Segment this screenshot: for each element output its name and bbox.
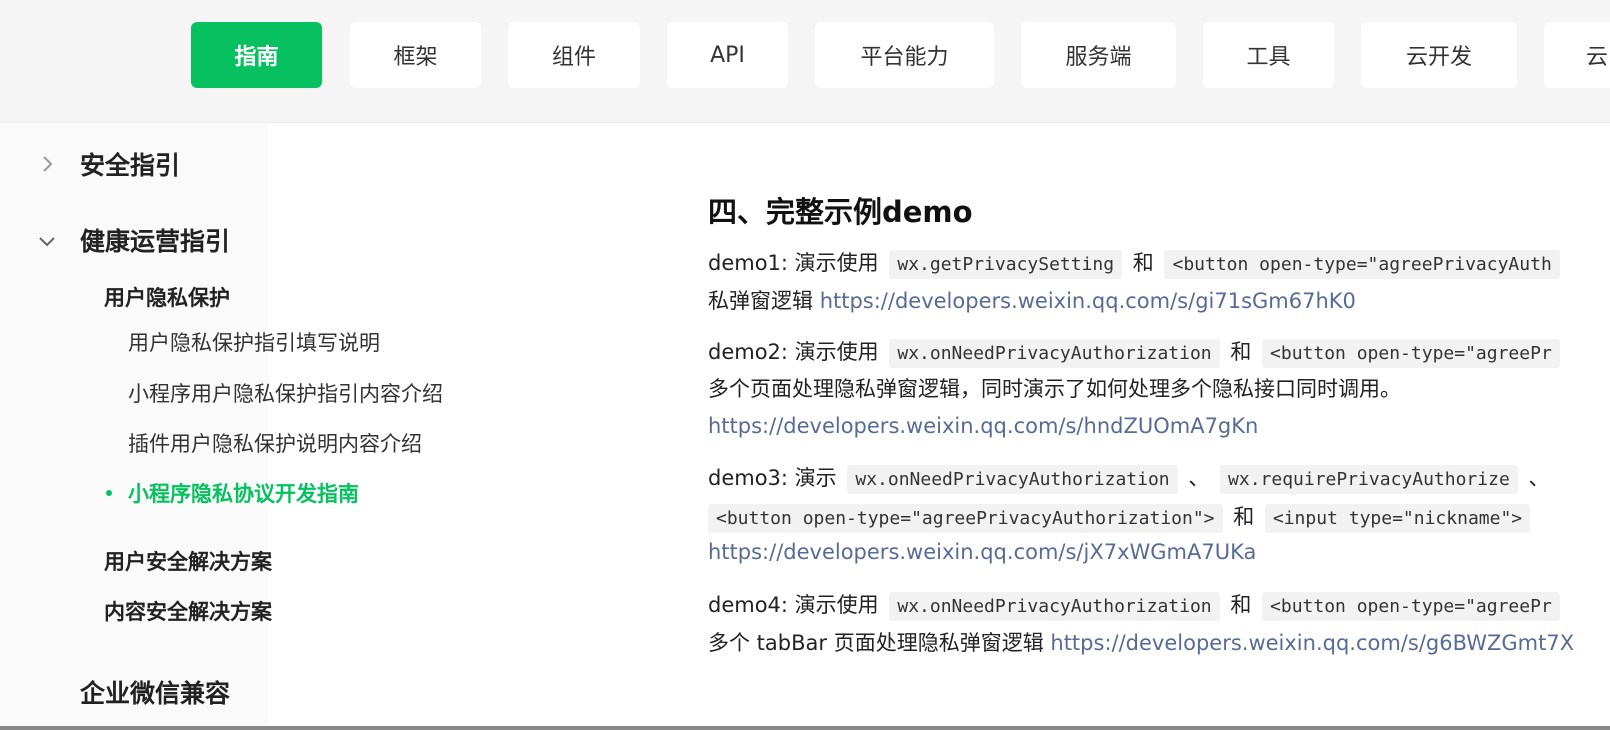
demo1-desc: 私弹窗逻辑	[708, 289, 813, 313]
sidebar-sub-content-security[interactable]: 内容安全解决方案	[104, 596, 272, 626]
chevron-down-icon[interactable]	[36, 230, 58, 252]
demo3-line2: <button open-type="agreePrivacyAuthoriza…	[708, 502, 1534, 534]
nav-tab-api[interactable]: API	[667, 22, 788, 88]
nav-tab-server[interactable]: 服务端	[1021, 22, 1176, 88]
demo1-line1: demo1: 演示使用 wx.getPrivacySetting 和 <butt…	[708, 248, 1564, 280]
demo1-code-getprivacysetting: wx.getPrivacySetting	[889, 250, 1123, 279]
bottom-divider	[0, 726, 1610, 730]
sidebar-item-privacy-fill-guide[interactable]: 用户隐私保护指引填写说明	[128, 327, 380, 357]
demo2-line1: demo2: 演示使用 wx.onNeedPrivacyAuthorizatio…	[708, 337, 1564, 369]
nav-tab-cloud-cut[interactable]: 云	[1544, 22, 1610, 88]
demo1-link[interactable]: https://developers.weixin.qq.com/s/gi71s…	[820, 289, 1356, 313]
sidebar-sub-privacy[interactable]: 用户隐私保护	[104, 282, 230, 312]
demo2-and: 和	[1230, 340, 1252, 364]
nav-tab-platform[interactable]: 平台能力	[815, 22, 994, 88]
nav-tab-cloud-dev[interactable]: 云开发	[1361, 22, 1517, 88]
demo1-prefix: demo1: 演示使用	[708, 251, 879, 275]
chevron-right-icon[interactable]	[36, 153, 58, 175]
demo3-code-onneedprivacy: wx.onNeedPrivacyAuthorization	[847, 465, 1178, 494]
demo3-line1: demo3: 演示 wx.onNeedPrivacyAuthorization …	[708, 463, 1549, 495]
demo4-prefix: demo4: 演示使用	[708, 593, 879, 617]
demo2-line3: https://developers.weixin.qq.com/s/hndZU…	[708, 411, 1258, 441]
demo1-line2: 私弹窗逻辑 https://developers.weixin.qq.com/s…	[708, 286, 1356, 316]
sidebar-item-mini-privacy-intro[interactable]: 小程序用户隐私保护指引内容介绍	[128, 378, 443, 408]
demo4-line1: demo4: 演示使用 wx.onNeedPrivacyAuthorizatio…	[708, 590, 1564, 622]
demo3-code-requireprivacy: wx.requirePrivacyAuthorize	[1220, 465, 1518, 494]
demo2-line2: 多个页面处理隐私弹窗逻辑，同时演示了如何处理多个隐私接口同时调用。	[708, 374, 1401, 404]
nav-tab-components[interactable]: 组件	[508, 22, 640, 88]
demo3-sep1: 、	[1188, 466, 1210, 490]
demo4-line2: 多个 tabBar 页面处理隐私弹窗逻辑 https://developers.…	[708, 628, 1574, 658]
active-bullet-icon	[106, 490, 112, 496]
sidebar-group-health[interactable]: 健康运营指引	[80, 222, 230, 258]
demo3-sep2: 、	[1528, 466, 1550, 490]
demo2-code-onneedprivacy: wx.onNeedPrivacyAuthorization	[889, 339, 1220, 368]
nav-tab-framework[interactable]: 框架	[350, 22, 481, 88]
sidebar-item-plugin-privacy-intro[interactable]: 插件用户隐私保护说明内容介绍	[128, 428, 422, 458]
demo4-link[interactable]: https://developers.weixin.qq.com/s/g6BWZ…	[1050, 631, 1574, 655]
demo3-prefix: demo3: 演示	[708, 466, 837, 490]
demo4-code-onneedprivacy: wx.onNeedPrivacyAuthorization	[889, 592, 1220, 621]
demo4-desc: 多个 tabBar 页面处理隐私弹窗逻辑	[708, 631, 1044, 655]
sidebar-item-privacy-dev-guide[interactable]: 小程序隐私协议开发指南	[128, 478, 359, 508]
demo4-code-button: <button open-type="agreePr	[1262, 592, 1560, 621]
demo2-link[interactable]: https://developers.weixin.qq.com/s/hndZU…	[708, 414, 1258, 438]
demo1-code-button: <button open-type="agreePrivacyAuth	[1164, 250, 1560, 279]
nav-tab-tools[interactable]: 工具	[1203, 22, 1334, 88]
demo4-and: 和	[1230, 593, 1252, 617]
demo2-code-button: <button open-type="agreePr	[1262, 339, 1560, 368]
sidebar-group-wecom[interactable]: 企业微信兼容	[80, 674, 230, 710]
nav-tab-guide[interactable]: 指南	[191, 22, 322, 88]
sidebar-group-security[interactable]: 安全指引	[80, 146, 180, 182]
demo3-link[interactable]: https://developers.weixin.qq.com/s/jX7xW…	[708, 540, 1256, 564]
demo3-line3: https://developers.weixin.qq.com/s/jX7xW…	[708, 537, 1256, 567]
demo1-and: 和	[1132, 251, 1154, 275]
demo2-desc: 多个页面处理隐私弹窗逻辑，同时演示了如何处理多个隐私接口同时调用。	[708, 377, 1401, 401]
sidebar-sub-user-security[interactable]: 用户安全解决方案	[104, 546, 272, 576]
demo3-and: 和	[1233, 505, 1255, 529]
demo3-code-button: <button open-type="agreePrivacyAuthoriza…	[708, 504, 1223, 533]
top-nav-bar: 指南 框架 组件 API 平台能力 服务端 工具 云开发 云	[0, 0, 1610, 123]
sidebar	[0, 123, 268, 728]
main-content: 四、完整示例demo demo1: 演示使用 wx.getPrivacySett…	[708, 123, 1610, 728]
demo2-prefix: demo2: 演示使用	[708, 340, 879, 364]
demo3-code-input: <input type="nickname">	[1264, 504, 1531, 533]
section-heading: 四、完整示例demo	[708, 195, 973, 229]
